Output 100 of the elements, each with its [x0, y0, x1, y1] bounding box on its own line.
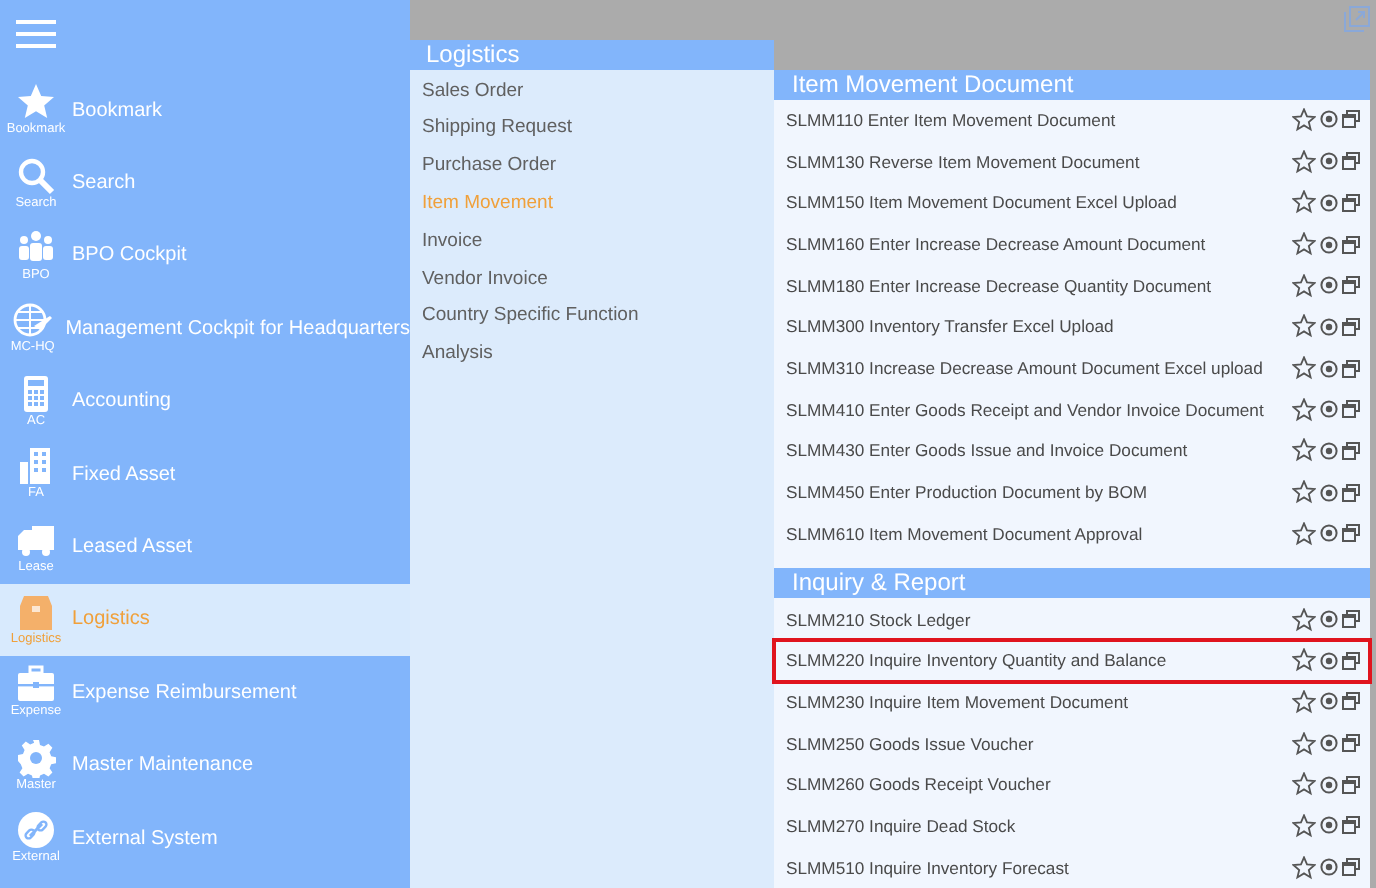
function-row[interactable]: SLMM110 Enter Item Movement Document	[774, 99, 1370, 141]
star-icon[interactable]	[1292, 438, 1316, 463]
star-icon[interactable]	[1292, 273, 1316, 298]
run-icon[interactable]	[1320, 235, 1338, 254]
category-item[interactable]: Shipping Request	[410, 110, 774, 149]
sidebar-label: Bookmark	[72, 99, 163, 122]
function-label: SLMM300 Inventory Transfer Excel Upload	[786, 316, 1114, 337]
new-window-icon[interactable]	[1342, 359, 1360, 378]
star-icon[interactable]	[1292, 855, 1316, 880]
star-icon[interactable]	[1292, 607, 1316, 632]
new-window-icon[interactable]	[1342, 193, 1360, 212]
run-icon[interactable]	[1320, 441, 1338, 460]
function-row[interactable]: SLMM180 Enter Increase Decrease Quantity Document	[774, 264, 1370, 307]
run-icon[interactable]	[1320, 775, 1338, 794]
new-window-icon[interactable]	[1342, 400, 1360, 419]
run-icon[interactable]	[1320, 524, 1338, 543]
function-row[interactable]: SLMM220 Inquire Inventory Quantity and Balance	[774, 639, 1370, 682]
new-window-icon[interactable]	[1342, 816, 1360, 835]
run-icon[interactable]	[1320, 734, 1338, 753]
run-icon[interactable]	[1320, 193, 1338, 212]
section-title: Item Movement Document	[774, 69, 1370, 100]
new-window-icon[interactable]	[1342, 610, 1360, 629]
new-window-icon[interactable]	[1342, 651, 1360, 670]
function-row[interactable]: SLMM210 Stock Ledger	[774, 598, 1370, 640]
new-window-icon[interactable]	[1342, 692, 1360, 711]
category-item[interactable]: Vendor Invoice	[410, 261, 774, 299]
new-window-icon[interactable]	[1342, 110, 1360, 129]
star-icon[interactable]	[1292, 397, 1316, 422]
new-window-icon[interactable]	[1342, 858, 1360, 877]
function-label: SLMM610 Item Movement Document Approval	[786, 523, 1143, 544]
star-icon[interactable]	[1292, 521, 1316, 546]
search-icon	[16, 155, 56, 196]
run-icon[interactable]	[1320, 651, 1338, 670]
sidebar-label: External System	[72, 827, 218, 850]
star-icon[interactable]	[1292, 190, 1316, 215]
run-icon[interactable]	[1320, 692, 1338, 711]
function-row[interactable]: SLMM510 Inquire Inventory Forecast	[774, 846, 1370, 888]
star-icon[interactable]	[1292, 356, 1316, 381]
function-row[interactable]: SLMM160 Enter Increase Decrease Amount Document	[774, 223, 1370, 265]
new-window-icon[interactable]	[1342, 775, 1360, 794]
function-row[interactable]: SLMM230 Inquire Item Movement Document	[774, 681, 1370, 723]
new-window-icon[interactable]	[1342, 734, 1360, 753]
star-icon	[16, 82, 56, 123]
run-icon[interactable]	[1320, 858, 1338, 877]
function-row[interactable]: SLMM260 Goods Receipt Voucher	[774, 763, 1370, 806]
function-label: SLMM270 Inquire Dead Stock	[786, 815, 1016, 836]
star-icon[interactable]	[1292, 689, 1316, 714]
new-window-icon[interactable]	[1342, 441, 1360, 460]
function-row[interactable]: SLMM610 Item Movement Document Approval	[774, 513, 1370, 555]
star-icon[interactable]	[1292, 232, 1316, 257]
function-label: SLMM210 Stock Ledger	[786, 609, 971, 630]
run-icon[interactable]	[1320, 152, 1338, 171]
function-label: SLMM430 Enter Goods Issue and Invoice Document	[786, 440, 1188, 461]
function-row[interactable]: SLMM450 Enter Production Document by BOM	[774, 471, 1370, 513]
star-icon[interactable]	[1292, 731, 1316, 756]
new-window-icon[interactable]	[1342, 235, 1360, 254]
function-row[interactable]: SLMM310 Increase Decrease Amount Document Excel upload	[774, 347, 1370, 389]
sidebar-label: Leased Asset	[72, 536, 193, 559]
category-item[interactable]: Analysis	[410, 336, 774, 374]
new-window-icon[interactable]	[1342, 317, 1360, 336]
star-icon[interactable]	[1292, 107, 1316, 132]
run-icon[interactable]	[1320, 276, 1338, 295]
function-label: SLMM110 Enter Item Movement Document	[786, 109, 1116, 130]
gear-icon	[16, 737, 56, 778]
category-item[interactable]: Sales Order	[410, 73, 774, 111]
star-icon[interactable]	[1292, 480, 1316, 505]
star-icon[interactable]	[1292, 149, 1316, 174]
building-icon	[16, 446, 56, 487]
new-window-icon[interactable]	[1342, 483, 1360, 502]
sidebar-label: Management Cockpit for Headquarters	[65, 317, 410, 340]
function-row[interactable]: SLMM150 Item Movement Document Excel Upload	[774, 182, 1370, 224]
sidebar-label: Logistics	[72, 608, 150, 631]
run-icon[interactable]	[1320, 483, 1338, 502]
new-window-icon[interactable]	[1342, 152, 1360, 171]
globe-plane-icon	[12, 300, 53, 341]
run-icon[interactable]	[1320, 816, 1338, 835]
function-row[interactable]: SLMM300 Inventory Transfer Excel Upload	[774, 306, 1370, 348]
box-icon	[16, 591, 56, 632]
function-row[interactable]: SLMM430 Enter Goods Issue and Invoice Document	[774, 430, 1370, 472]
star-icon[interactable]	[1292, 314, 1316, 339]
star-icon[interactable]	[1292, 648, 1316, 673]
category-item[interactable]: Purchase Order	[410, 148, 774, 187]
run-icon[interactable]	[1320, 359, 1338, 378]
function-row[interactable]: SLMM270 Inquire Dead Stock	[774, 805, 1370, 847]
star-icon[interactable]	[1292, 813, 1316, 838]
function-label: SLMM310 Increase Decrease Amount Document Excel upload	[786, 358, 1263, 379]
run-icon[interactable]	[1320, 400, 1338, 419]
function-row[interactable]: SLMM410 Enter Goods Receipt and Vendor Invoice Document	[774, 388, 1370, 431]
new-window-icon[interactable]	[1342, 276, 1360, 295]
category-item[interactable]: Invoice	[410, 223, 774, 262]
run-icon[interactable]	[1320, 110, 1338, 129]
category-item[interactable]: Country Specific Function	[410, 298, 774, 337]
sidebar-label: BPO Cockpit	[72, 244, 187, 267]
function-row[interactable]: SLMM130 Reverse Item Movement Document	[774, 140, 1370, 182]
panel-title: Logistics	[410, 39, 774, 70]
run-icon[interactable]	[1320, 610, 1338, 629]
star-icon[interactable]	[1292, 772, 1316, 797]
run-icon[interactable]	[1320, 317, 1338, 336]
function-row[interactable]: SLMM250 Goods Issue Voucher	[774, 722, 1370, 764]
new-window-icon[interactable]	[1342, 524, 1360, 543]
